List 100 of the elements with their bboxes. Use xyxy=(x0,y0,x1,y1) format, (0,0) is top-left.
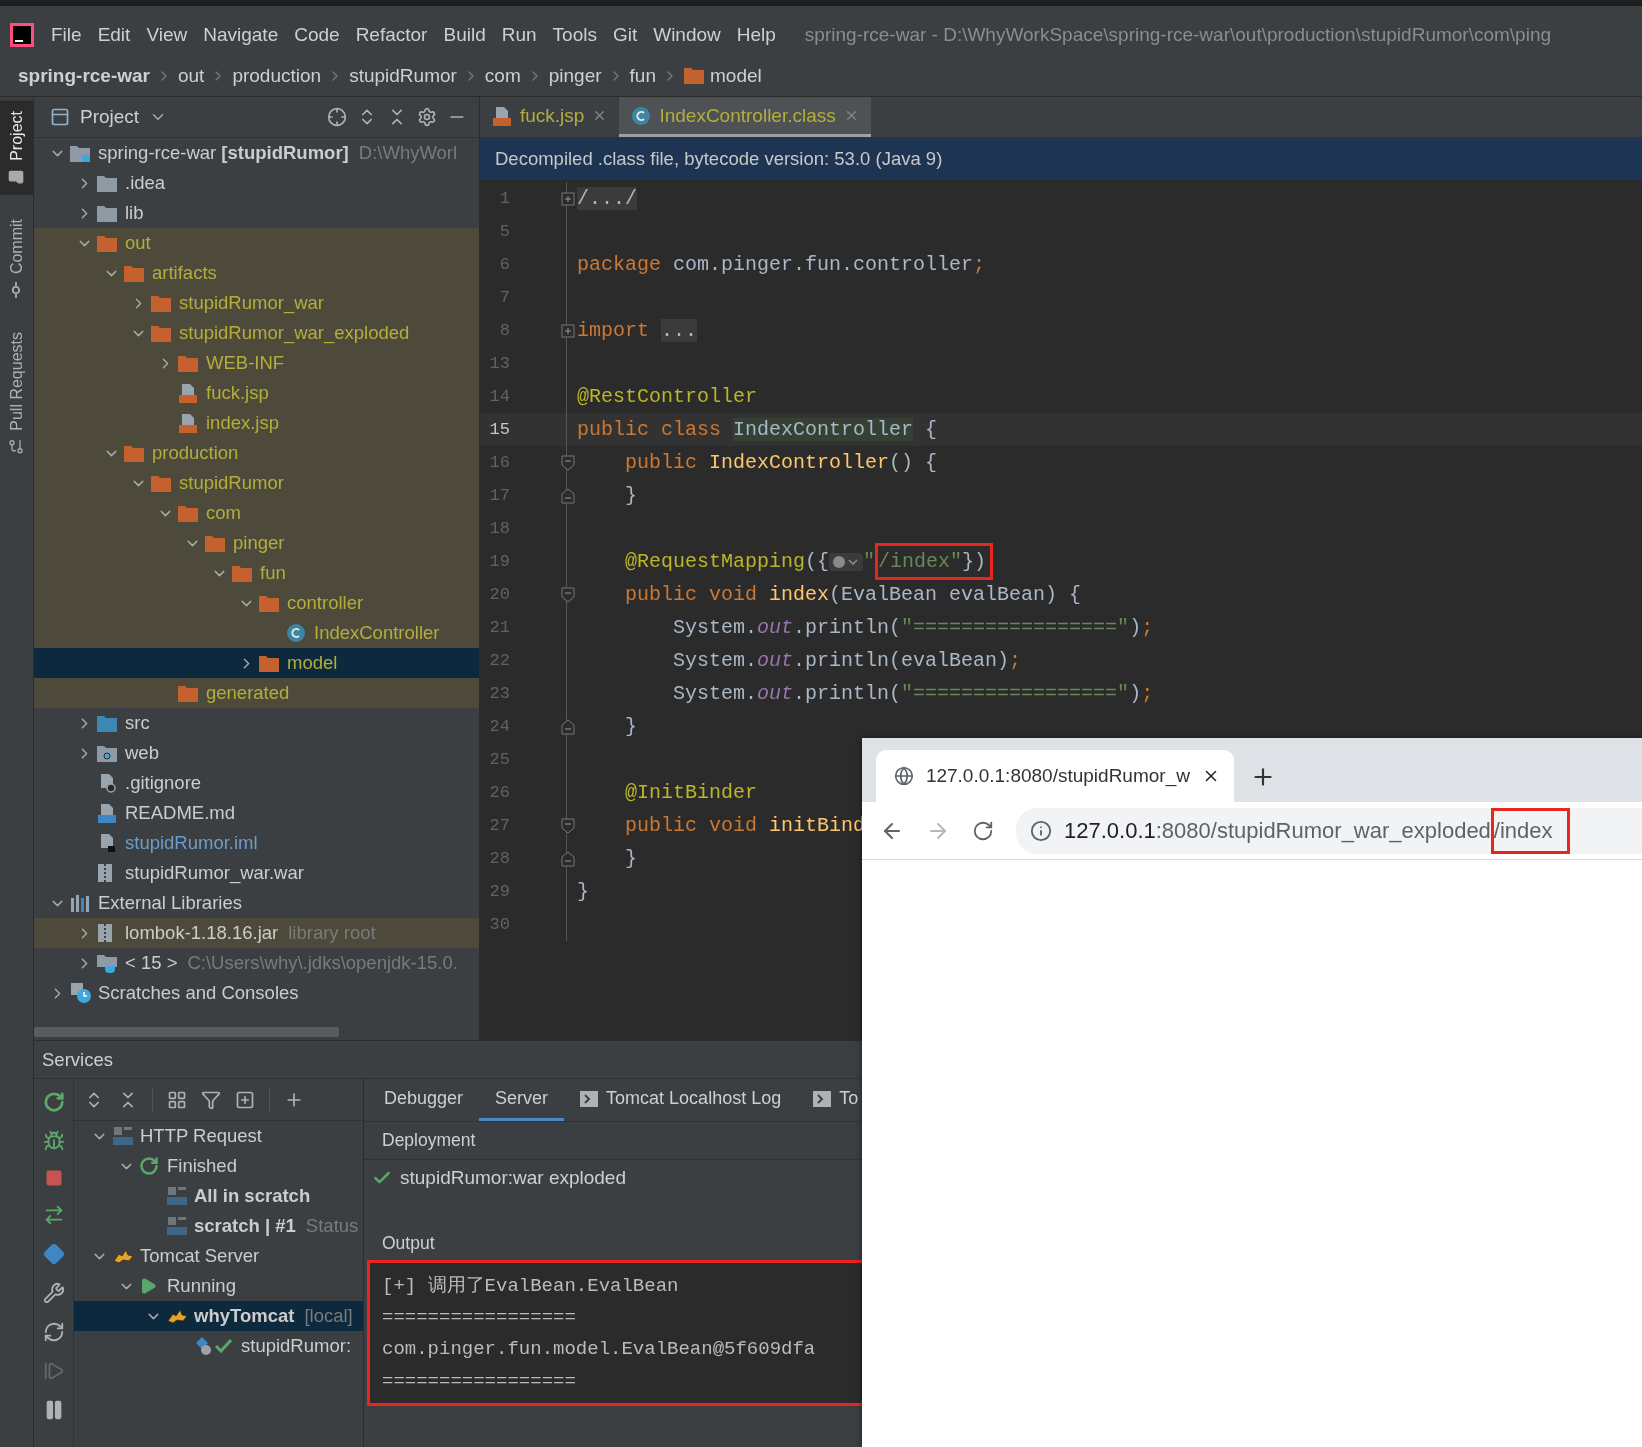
tree-item[interactable]: lombok-1.18.16.jar library root xyxy=(34,918,479,948)
tree-item[interactable]: Scratches and Consoles xyxy=(34,978,479,1008)
wrench-icon[interactable] xyxy=(42,1282,65,1304)
tree-item[interactable]: controller xyxy=(34,588,479,618)
breadcrumb-item[interactable]: production xyxy=(232,64,322,87)
tree-item[interactable]: web xyxy=(34,738,479,768)
tree-item[interactable]: HTTP Request xyxy=(74,1121,363,1151)
menu-item[interactable]: Tools xyxy=(545,19,604,50)
tree-item[interactable]: stupidRumor xyxy=(34,468,479,498)
menu-item[interactable]: Navigate xyxy=(196,19,286,50)
menu-item[interactable]: View xyxy=(139,19,195,50)
tool-window-tab[interactable]: Commit xyxy=(0,208,33,308)
tree-item[interactable]: out xyxy=(34,228,479,258)
tree-item[interactable]: generated xyxy=(34,678,479,708)
rerun-icon[interactable] xyxy=(42,1091,65,1113)
tree-item[interactable]: stupidRumor.iml xyxy=(34,828,479,858)
tool-window-tab[interactable]: Pull Requests xyxy=(0,321,33,465)
fold-start-icon[interactable] xyxy=(561,817,575,834)
tree-item[interactable]: .idea xyxy=(34,168,479,198)
tree-item[interactable]: Tomcat Server xyxy=(74,1241,363,1271)
tree-item[interactable]: fuck.jsp xyxy=(34,378,479,408)
console-icon xyxy=(813,1090,832,1107)
fold-end-icon[interactable] xyxy=(561,487,575,504)
tool-window-tab[interactable]: Project xyxy=(0,101,33,195)
line-number: 26 xyxy=(488,783,510,802)
menu-item[interactable]: Window xyxy=(646,19,728,50)
breadcrumb-item[interactable]: stupidRumor xyxy=(349,64,457,87)
tree-item[interactable]: stupidRumor_war xyxy=(34,288,479,318)
tree-item[interactable]: scratch | #1 Status xyxy=(74,1211,363,1241)
refresh-icon[interactable] xyxy=(42,1321,65,1343)
tree-item[interactable]: All in scratch xyxy=(74,1181,363,1211)
breadcrumb-item[interactable]: model xyxy=(684,64,762,87)
tree-item[interactable]: WEB-INF xyxy=(34,348,479,378)
breadcrumb-item[interactable]: spring-rce-war xyxy=(18,64,150,87)
new-tab-icon[interactable] xyxy=(235,1089,255,1110)
services-tab[interactable]: Debugger xyxy=(368,1079,480,1121)
tree-item[interactable]: production xyxy=(34,438,479,468)
tree-item[interactable]: lib xyxy=(34,198,479,228)
jsp-file-icon xyxy=(492,105,512,126)
tree-item[interactable]: artifacts xyxy=(34,258,479,288)
tree-item[interactable]: External Libraries xyxy=(34,888,479,918)
address-bar[interactable]: 127.0.0.1:8080/stupidRumor_war_exploded/index xyxy=(1016,807,1642,854)
tree-item[interactable]: pinger xyxy=(34,528,479,558)
tree-item[interactable]: whyTomcat [local] xyxy=(74,1301,363,1331)
fold-end-icon[interactable] xyxy=(561,850,575,867)
menu-item[interactable]: Build xyxy=(436,19,493,50)
artifact-icon[interactable] xyxy=(42,1243,65,1265)
menu-item[interactable]: Help xyxy=(729,19,783,50)
menu-item[interactable]: File xyxy=(44,19,89,50)
debug-icon[interactable] xyxy=(42,1130,65,1152)
breadcrumb-item[interactable]: pinger xyxy=(548,64,602,87)
fold-start-icon[interactable] xyxy=(561,586,575,603)
tree-item[interactable]: Finished xyxy=(74,1151,363,1181)
editor-tab[interactable]: fuck.jsp xyxy=(480,97,620,137)
app-logo-icon[interactable] xyxy=(10,22,34,47)
fold-expand-icon[interactable] xyxy=(561,323,575,338)
filter-icon[interactable] xyxy=(201,1089,221,1110)
menu-item[interactable]: Run xyxy=(494,19,544,50)
services-tab[interactable]: To xyxy=(797,1079,859,1121)
tree-item[interactable]: < 15 > C:\Users\why\.jdks\openjdk-15.0. xyxy=(34,948,479,978)
deployment-item[interactable]: stupidRumor:war exploded xyxy=(364,1160,626,1196)
globe-inlay-icon[interactable] xyxy=(829,551,864,572)
tree-item[interactable]: src xyxy=(34,708,479,738)
breadcrumb-item[interactable]: fun xyxy=(629,64,656,87)
tree-item[interactable]: spring-rce-war [stupidRumor] D:\WhyWorl xyxy=(34,138,479,168)
fold-start-icon[interactable] xyxy=(561,454,575,471)
reload-button[interactable] xyxy=(972,819,994,842)
tree-item[interactable]: fun xyxy=(34,558,479,588)
scrollbar-thumb[interactable] xyxy=(34,1027,339,1037)
project-view-dropdown[interactable]: Project xyxy=(50,106,168,128)
menu-item[interactable]: Code xyxy=(287,19,347,50)
breadcrumb-item[interactable]: out xyxy=(178,64,205,87)
fold-end-icon[interactable] xyxy=(561,718,575,735)
menu-item[interactable]: Edit xyxy=(90,19,138,50)
stop-icon[interactable] xyxy=(44,1169,63,1187)
line-number: 27 xyxy=(488,816,510,835)
group-icon[interactable] xyxy=(167,1089,187,1110)
tree-item[interactable]: README.md xyxy=(34,798,479,828)
editor-tab[interactable]: IndexController.class xyxy=(619,97,871,137)
tree-item[interactable]: Running xyxy=(74,1271,363,1301)
services-tab[interactable]: Server xyxy=(479,1079,565,1121)
breadcrumb-item[interactable]: com xyxy=(484,64,521,87)
tree-item[interactable]: stupidRumor_war_exploded xyxy=(34,318,479,348)
browser-tab[interactable]: 127.0.0.1:8080/stupidRumor_w xyxy=(876,750,1234,802)
tree-item[interactable]: index.jsp xyxy=(34,408,479,438)
tree-item[interactable]: IndexController xyxy=(34,618,479,648)
code-line: System.out.println("================="); xyxy=(672,682,1154,705)
menu-item[interactable]: Refactor xyxy=(348,19,435,50)
tree-item[interactable]: .gitignore xyxy=(34,768,479,798)
menu-item[interactable]: Git xyxy=(605,19,645,50)
tree-item[interactable]: stupidRumor: xyxy=(74,1331,363,1361)
api-icon xyxy=(166,1186,188,1206)
tree-item[interactable]: model xyxy=(34,648,479,678)
window-title: spring-rce-war - D:\WhyWorkSpace\spring-rce-war\out\production\stupidRumor\com\ping xyxy=(804,23,1552,46)
tree-item[interactable]: stupidRumor_war.war xyxy=(34,858,479,888)
settings-icon[interactable] xyxy=(417,107,437,127)
tree-item[interactable]: com xyxy=(34,498,479,528)
fold-expand-icon[interactable] xyxy=(561,191,575,206)
locate-icon[interactable] xyxy=(327,107,347,127)
services-tab[interactable]: Tomcat Localhost Log xyxy=(564,1079,798,1121)
